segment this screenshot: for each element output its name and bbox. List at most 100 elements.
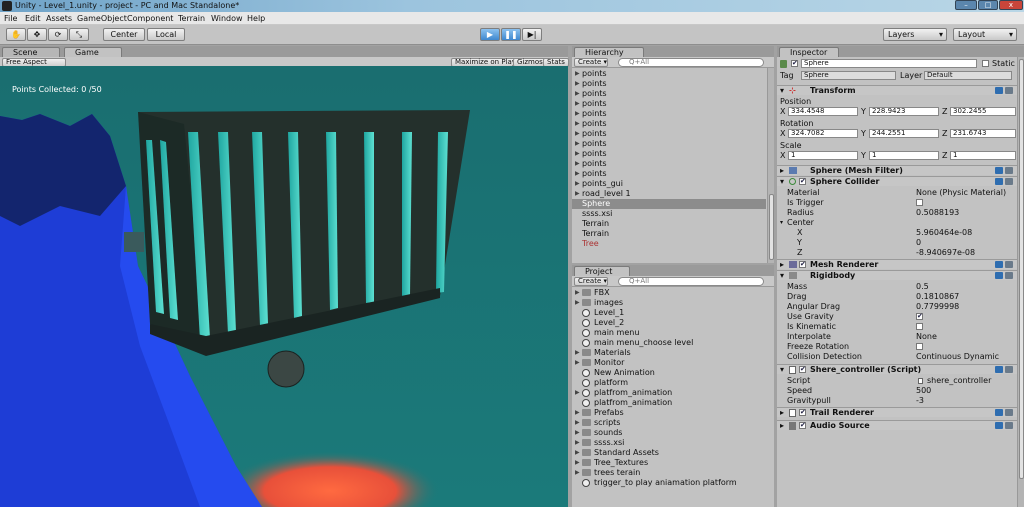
expand-arrow-icon[interactable]: ▶	[575, 418, 580, 428]
drag-value[interactable]: 0.1810867	[916, 292, 959, 302]
pause-button[interactable]: ❚❚	[501, 28, 521, 41]
hierarchy-item[interactable]: ▶ points	[572, 159, 766, 169]
expand-arrow-icon[interactable]: ▶	[575, 298, 580, 308]
angular-drag-value[interactable]: 0.7799998	[916, 302, 959, 312]
scrollbar-thumb[interactable]	[769, 194, 774, 260]
project-item[interactable]: main menu_choose level	[572, 338, 766, 348]
layers-dropdown[interactable]: Layers ▾	[883, 28, 947, 41]
interpolate-dropdown[interactable]: None	[916, 332, 937, 342]
project-item[interactable]: ▶ Tree_Textures	[572, 458, 766, 468]
expand-arrow-icon[interactable]: ▶	[575, 438, 580, 448]
hierarchy-item[interactable]: ▶ points	[572, 119, 766, 129]
gravitypull-value[interactable]: -3	[916, 396, 924, 406]
tag-dropdown[interactable]: Sphere	[801, 71, 896, 80]
layout-dropdown[interactable]: Layout ▾	[953, 28, 1017, 41]
gear-icon[interactable]	[1005, 409, 1013, 416]
minimize-button[interactable]: –	[955, 0, 977, 10]
project-item[interactable]: New Animation	[572, 368, 766, 378]
inspector-scrollbar[interactable]	[1017, 57, 1024, 507]
mesh-filter-header[interactable]: ▸ Sphere (Mesh Filter)	[777, 165, 1017, 175]
is-trigger-checkbox[interactable]	[916, 199, 923, 206]
menu-edit[interactable]: Edit	[25, 14, 41, 23]
expand-arrow-icon[interactable]: ▶	[575, 79, 580, 89]
rotation-x-field[interactable]: 324.7082	[788, 129, 858, 138]
tab-inspector[interactable]: Inspector	[779, 47, 839, 57]
expand-arrow-icon[interactable]: ▶	[575, 348, 580, 358]
help-icon[interactable]	[995, 409, 1003, 416]
help-icon[interactable]	[995, 272, 1003, 279]
project-item[interactable]: ▶ trees terain	[572, 468, 766, 478]
audio-source-header[interactable]: ▸ ✔ Audio Source	[777, 420, 1017, 430]
object-name-field[interactable]: Sphere	[801, 59, 977, 68]
script-value[interactable]: shere_controller	[927, 376, 991, 386]
object-active-checkbox[interactable]: ✔	[791, 60, 798, 67]
hierarchy-item[interactable]: ▶ road_level 1	[572, 189, 766, 199]
help-icon[interactable]	[995, 422, 1003, 429]
rotation-y-field[interactable]: 244.2551	[869, 129, 939, 138]
expand-arrow-icon[interactable]: ▶	[575, 428, 580, 438]
expand-arrow-icon[interactable]: ▶	[575, 448, 580, 458]
freeze-rotation-checkbox[interactable]	[916, 343, 923, 350]
script-header[interactable]: ▾ ✔ Shere_controller (Script)	[777, 364, 1017, 374]
expand-arrow-icon[interactable]: ▶	[575, 458, 580, 468]
project-item[interactable]: main menu	[572, 328, 766, 338]
is-kinematic-checkbox[interactable]	[916, 323, 923, 330]
tab-game[interactable]: Game	[64, 47, 122, 57]
project-create-button[interactable]: Create ▾	[574, 277, 608, 286]
hierarchy-scrollbar[interactable]	[767, 68, 774, 263]
menu-assets[interactable]: Assets	[46, 14, 72, 23]
hierarchy-item[interactable]: Terrain	[572, 219, 766, 229]
center-z-value[interactable]: -8.940697e-08	[916, 248, 975, 258]
expand-arrow-icon[interactable]: ▶	[575, 109, 580, 119]
hierarchy-item[interactable]: ▶ points	[572, 99, 766, 109]
expand-arrow-icon[interactable]: ▶	[575, 129, 580, 139]
trail-renderer-enabled-checkbox[interactable]: ✔	[799, 409, 806, 416]
expand-arrow-icon[interactable]: ▶	[575, 468, 580, 478]
pivot-local-button[interactable]: Local	[147, 28, 185, 41]
expand-arrow-icon[interactable]: ▶	[575, 119, 580, 129]
gear-icon[interactable]	[1005, 261, 1013, 268]
menu-help[interactable]: Help	[247, 14, 265, 23]
mesh-renderer-enabled-checkbox[interactable]: ✔	[799, 261, 806, 268]
mesh-renderer-header[interactable]: ▸ ✔ Mesh Renderer	[777, 259, 1017, 269]
script-enabled-checkbox[interactable]: ✔	[799, 366, 806, 373]
center-x-value[interactable]: 5.960464e-08	[916, 228, 972, 238]
expand-arrow-icon[interactable]: ▶	[575, 149, 580, 159]
gear-icon[interactable]	[1005, 178, 1013, 185]
close-button[interactable]: x	[999, 0, 1023, 10]
hierarchy-item[interactable]: ▶ points	[572, 79, 766, 89]
hierarchy-item[interactable]: Terrain	[572, 229, 766, 239]
gear-icon[interactable]	[1005, 366, 1013, 373]
expand-arrow-icon[interactable]: ▶	[575, 179, 580, 189]
scrollbar-thumb[interactable]	[1019, 59, 1024, 479]
sphere-collider-header[interactable]: ▾ ✔ Sphere Collider	[777, 176, 1017, 186]
material-value[interactable]: None (Physic Material)	[916, 188, 1006, 198]
expand-arrow-icon[interactable]: ▶	[575, 169, 580, 179]
project-item[interactable]: ▶ Monitor	[572, 358, 766, 368]
scale-z-field[interactable]: 1	[950, 151, 1016, 160]
project-item[interactable]: ▶ ssss.xsi	[572, 438, 766, 448]
project-item[interactable]: ▶ scripts	[572, 418, 766, 428]
hierarchy-item[interactable]: ▶ points	[572, 89, 766, 99]
center-y-value[interactable]: 0	[916, 238, 921, 248]
project-item[interactable]: platfrom_animation	[572, 398, 766, 408]
expand-arrow-icon[interactable]: ▶	[575, 69, 580, 79]
position-z-field[interactable]: 302.2455	[950, 107, 1016, 116]
project-item[interactable]: ▶ sounds	[572, 428, 766, 438]
expand-arrow-icon[interactable]: ▶	[575, 99, 580, 109]
gear-icon[interactable]	[1005, 167, 1013, 174]
hierarchy-item[interactable]: ssss.xsi	[572, 209, 766, 219]
rotation-z-field[interactable]: 231.6743	[950, 129, 1016, 138]
scale-y-field[interactable]: 1	[869, 151, 939, 160]
hierarchy-item[interactable]: ▶ points	[572, 109, 766, 119]
expand-arrow-icon[interactable]: ▶	[575, 358, 580, 368]
project-item[interactable]: ▶ FBX	[572, 288, 766, 298]
step-button[interactable]: ▶|	[522, 28, 542, 41]
help-icon[interactable]	[995, 167, 1003, 174]
project-item[interactable]: platform	[572, 378, 766, 388]
trail-renderer-header[interactable]: ▸ ✔ Trail Renderer	[777, 407, 1017, 417]
hand-tool-button[interactable]: ✋	[6, 28, 26, 41]
mass-value[interactable]: 0.5	[916, 282, 929, 292]
layer-dropdown[interactable]: Default	[924, 71, 1012, 80]
hierarchy-item[interactable]: Sphere	[572, 199, 766, 209]
